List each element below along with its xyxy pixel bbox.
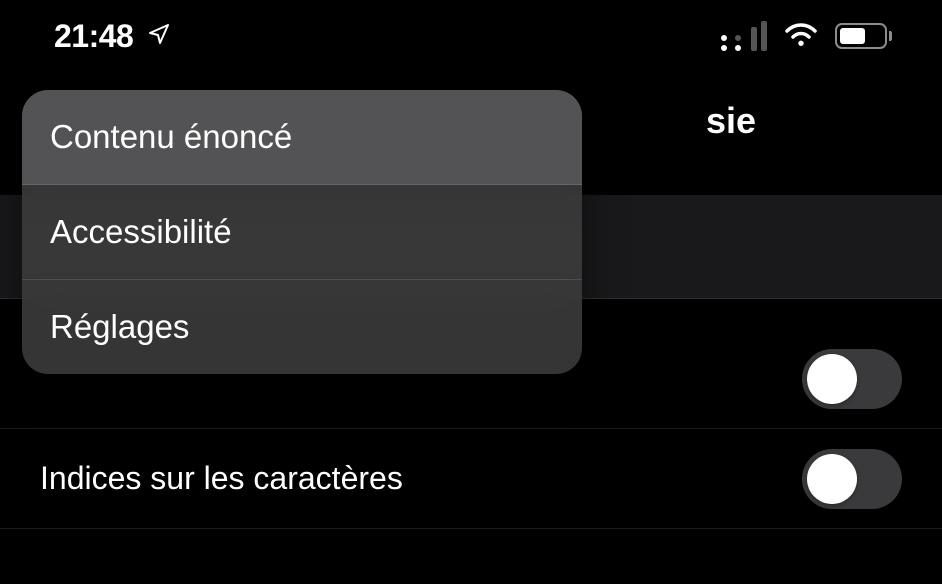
- toggle-knob: [807, 454, 857, 504]
- popup-item-contenu-enonce[interactable]: Contenu énoncé: [22, 90, 582, 185]
- status-bar: 21:48: [0, 0, 942, 72]
- popup-item-accessibilite[interactable]: Accessibilité: [22, 185, 582, 280]
- location-icon: [147, 22, 171, 51]
- status-right: [721, 21, 892, 51]
- settings-row-label: Indices sur les caractères: [40, 460, 403, 497]
- breadcrumb-popup: Contenu énoncé Accessibilité Réglages: [22, 90, 582, 374]
- toggle-switch[interactable]: [802, 449, 902, 509]
- settings-row-indices[interactable]: Indices sur les caractères: [0, 429, 942, 529]
- wifi-icon: [783, 23, 819, 49]
- toggle-switch[interactable]: [802, 349, 902, 409]
- popup-item-label: Réglages: [50, 308, 189, 345]
- toggle-knob: [807, 354, 857, 404]
- status-time: 21:48: [54, 18, 133, 55]
- popup-item-label: Contenu énoncé: [50, 118, 292, 155]
- cellular-icon: [721, 21, 767, 51]
- status-left: 21:48: [54, 18, 171, 55]
- popup-item-label: Accessibilité: [50, 213, 232, 250]
- popup-item-reglages[interactable]: Réglages: [22, 280, 582, 374]
- battery-icon: [835, 23, 892, 49]
